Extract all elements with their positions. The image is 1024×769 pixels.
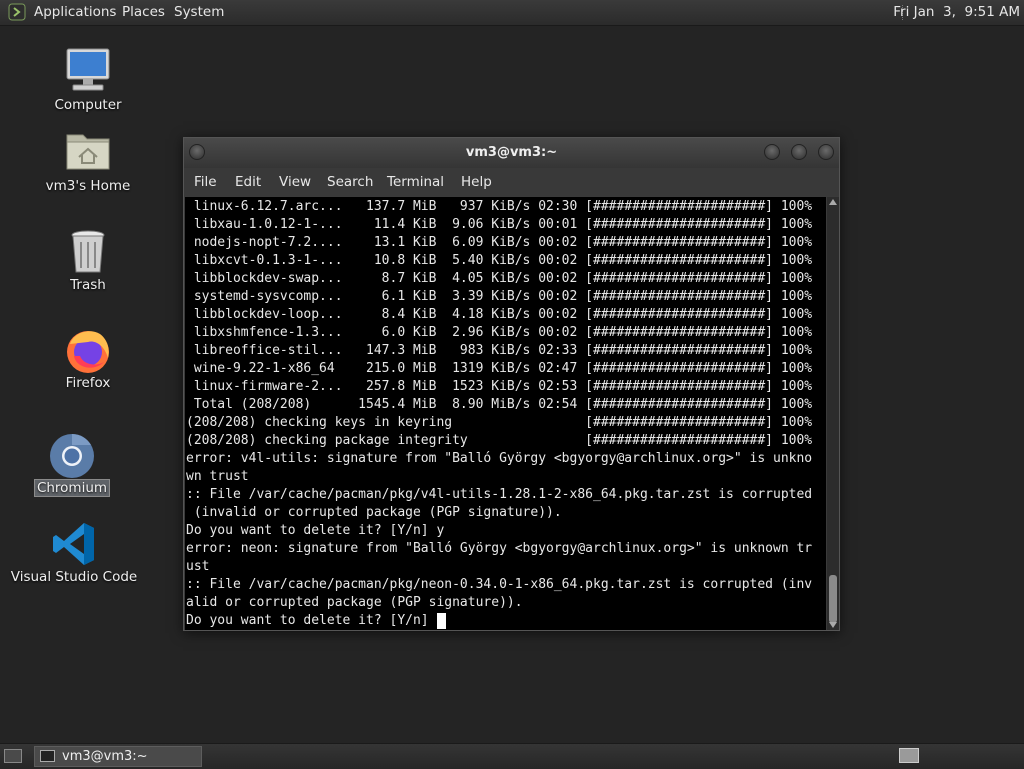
scroll-up-arrow-icon[interactable] (829, 199, 837, 205)
desktop-icon-label: vm3's Home (45, 178, 131, 194)
terminal-text: linux-6.12.7.arc... 137.7 MiB 937 KiB/s … (186, 198, 812, 630)
terminal-window[interactable]: vm3@vm3:~ File Edit View Search Terminal… (183, 137, 840, 631)
menu-help[interactable]: Help (461, 174, 492, 190)
workspace-switcher[interactable] (899, 748, 919, 763)
terminal-line: error: v4l-utils: signature from "Balló … (186, 451, 813, 466)
terminal-line: libreoffice-stil... 147.3 MiB 983 KiB/s … (186, 343, 813, 358)
terminal-line: libxcvt-0.1.3-1-... 10.8 KiB 5.40 KiB/s … (186, 253, 813, 268)
terminal-line: libxau-1.0.12-1-... 11.4 KiB 9.06 KiB/s … (186, 217, 813, 232)
terminal-line: Total (208/208) 1545.4 MiB 8.90 MiB/s 02… (186, 397, 813, 412)
menu-system[interactable]: System (174, 4, 224, 20)
terminal-line: :: File /var/cache/pacman/pkg/v4l-utils-… (186, 487, 813, 502)
scroll-down-arrow-icon[interactable] (829, 622, 837, 628)
show-desktop-icon[interactable] (4, 749, 22, 763)
window-title: vm3@vm3:~ (465, 145, 558, 160)
chromium-icon (50, 434, 94, 478)
terminal-line: wn trust (186, 469, 249, 484)
taskbar-window-label: vm3@vm3:~ (62, 749, 148, 764)
menu-applications[interactable]: Applications (34, 4, 116, 20)
desktop-icon-label: Firefox (65, 375, 111, 391)
terminal-line: linux-6.12.7.arc... 137.7 MiB 937 KiB/s … (186, 199, 813, 214)
menu-search[interactable]: Search (327, 174, 373, 190)
desktop-icon-label: Trash (70, 277, 106, 293)
firefox-icon (67, 331, 109, 373)
terminal-line: (208/208) checking package integrity [##… (186, 433, 813, 448)
scrollbar-thumb[interactable] (829, 575, 837, 623)
terminal-line: systemd-sysvcomp... 6.1 KiB 3.39 KiB/s 0… (186, 289, 813, 304)
menu-view[interactable]: View (279, 174, 311, 190)
close-button[interactable] (818, 144, 834, 160)
terminal-line: libxshmfence-1.3... 6.0 KiB 2.96 KiB/s 0… (186, 325, 813, 340)
terminal-line: linux-firmware-2... 257.8 MiB 1523 KiB/s… (186, 379, 813, 394)
terminal-line: (invalid or corrupted package (PGP signa… (186, 505, 562, 520)
taskbar-window-button[interactable]: vm3@vm3:~ (34, 746, 202, 767)
menu-places[interactable]: Places (122, 4, 165, 20)
terminal-icon (40, 750, 55, 762)
terminal-line: error: neon: signature from "Balló Györg… (186, 541, 813, 556)
terminal-line: alid or corrupted package (PGP signature… (186, 595, 523, 610)
top-panel: Applications Places System Fri Jan 3, 9:… (0, 0, 1024, 26)
home-folder-icon (66, 134, 110, 170)
terminal-line: ust (186, 559, 210, 574)
menu-terminal[interactable]: Terminal (387, 174, 444, 190)
maximize-button[interactable] (791, 144, 807, 160)
terminal-line: wine-9.22-1-x86_64 215.0 MiB 1319 KiB/s … (186, 361, 813, 376)
bottom-panel: vm3@vm3:~ (0, 743, 1024, 769)
terminal-line: (208/208) checking keys in keyring [####… (186, 415, 813, 430)
window-menu-button[interactable] (189, 144, 205, 160)
terminal-line: libblockdev-swap... 8.7 KiB 4.05 KiB/s 0… (186, 271, 813, 286)
terminal-menubar: File Edit View Search Terminal Help (184, 168, 839, 196)
minimize-button[interactable] (764, 144, 780, 160)
applications-menu-icon[interactable] (8, 3, 26, 21)
terminal-line: :: File /var/cache/pacman/pkg/neon-0.34.… (186, 577, 813, 592)
window-titlebar[interactable]: vm3@vm3:~ (184, 138, 839, 168)
menu-edit[interactable]: Edit (235, 174, 261, 190)
computer-icon (66, 48, 110, 91)
terminal-cursor (436, 613, 446, 629)
menu-file[interactable]: File (194, 174, 217, 190)
terminal-scrollbar[interactable] (827, 197, 839, 630)
terminal-line: Do you want to delete it? [Y/n] (186, 613, 437, 628)
terminal-output[interactable]: linux-6.12.7.arc... 137.7 MiB 937 KiB/s … (185, 197, 826, 630)
desktop-icon-label: Chromium (7, 479, 137, 497)
trash-icon (71, 230, 105, 273)
terminal-line: nodejs-nopt-7.2.... 13.1 KiB 6.09 KiB/s … (186, 235, 813, 250)
terminal-line: Do you want to delete it? [Y/n] y (186, 523, 445, 538)
clock[interactable]: Fri Jan 3, 9:51 AM (893, 4, 1020, 20)
terminal-line: libblockdev-loop... 8.4 KiB 4.18 KiB/s 0… (186, 307, 813, 322)
vscode-icon (53, 523, 94, 565)
desktop-icon-label: Computer (54, 97, 122, 113)
desktop-icon-label: Visual Studio Code (10, 569, 138, 585)
